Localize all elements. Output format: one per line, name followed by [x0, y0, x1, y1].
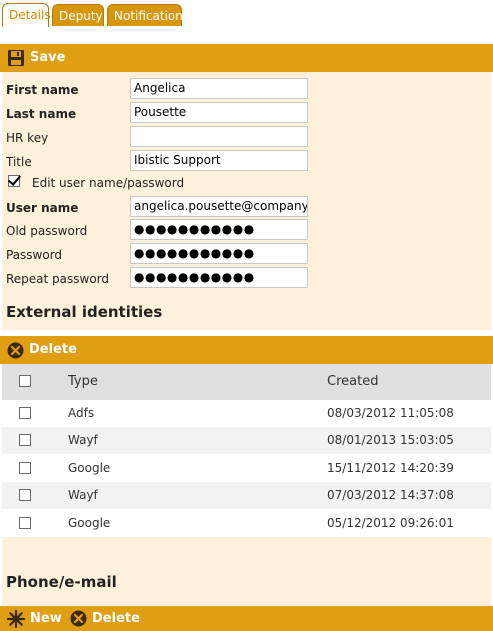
identity-created: 08/01/2013 15:03:05 — [327, 433, 454, 447]
delete-contact-label: Delete — [92, 611, 140, 626]
hr-key-input[interactable] — [130, 126, 308, 147]
hr-key-label: HR key — [6, 131, 49, 145]
tab-bar: Details Deputy Notification — [0, 0, 493, 27]
type-column-header[interactable]: Type — [68, 368, 98, 395]
first-name-input[interactable]: Angelica — [130, 78, 308, 99]
identities-table-header: Type Created — [2, 364, 491, 400]
table-row[interactable]: Wayf 08/01/2013 15:03:05 — [2, 427, 491, 454]
floppy-disk-icon — [8, 50, 24, 66]
identities-toolbar: Delete — [0, 336, 493, 364]
delete-contact-button[interactable]: Delete — [70, 606, 140, 631]
identity-type: Wayf — [68, 433, 98, 447]
new-contact-button[interactable]: New — [7, 606, 62, 631]
select-all-checkbox[interactable] — [19, 375, 31, 387]
row-checkbox[interactable] — [19, 407, 31, 419]
identity-created: 08/03/2012 11:05:08 — [327, 406, 454, 420]
tab-details[interactable]: Details — [2, 3, 51, 27]
tab-deputy[interactable]: Deputy — [52, 4, 104, 26]
identity-type: Google — [68, 516, 111, 530]
password-label: Password — [6, 248, 63, 262]
first-name-label: First name — [6, 83, 79, 97]
row-checkbox[interactable] — [19, 462, 31, 474]
external-identities-heading: External identities — [6, 303, 163, 321]
identity-created: 15/11/2012 14:20:39 — [327, 461, 454, 475]
identity-type: Adfs — [68, 406, 95, 420]
starburst-new-icon — [7, 609, 25, 628]
password-input[interactable]: ●●●●●●●●●●● — [130, 243, 308, 264]
title-input[interactable]: Ibistic Support — [130, 150, 308, 171]
edit-credentials-checkbox[interactable] — [8, 175, 20, 187]
last-name-input[interactable]: Pousette — [130, 102, 308, 123]
delete-identity-button[interactable]: Delete — [7, 336, 77, 364]
delete-identity-label: Delete — [29, 342, 77, 357]
details-toolbar: Save — [0, 44, 493, 72]
title-label: Title — [6, 155, 32, 169]
created-column-header[interactable]: Created — [327, 368, 378, 395]
repeat-password-label: Repeat password — [6, 272, 110, 286]
table-row[interactable]: Adfs 08/03/2012 11:05:08 — [2, 400, 491, 427]
old-password-label: Old password — [6, 224, 88, 238]
save-button[interactable]: Save — [7, 44, 65, 72]
user-name-label: User name — [6, 201, 79, 215]
save-label: Save — [30, 50, 66, 65]
identity-type: Google — [68, 461, 111, 475]
new-contact-label: New — [30, 611, 62, 626]
row-checkbox[interactable] — [19, 434, 31, 446]
table-row[interactable]: Google 05/12/2012 09:26:01 — [2, 510, 491, 537]
user-name-input[interactable]: angelica.pousette@company.c — [130, 196, 308, 217]
identity-created: 07/03/2012 14:37:08 — [327, 488, 454, 502]
old-password-input[interactable]: ●●●●●●●●●●● — [130, 219, 308, 240]
row-checkbox[interactable] — [19, 489, 31, 501]
last-name-label: Last name — [6, 107, 77, 121]
delete-icon — [7, 342, 24, 358]
phone-email-panel — [2, 537, 491, 606]
repeat-password-input[interactable]: ●●●●●●●●●●● — [130, 267, 308, 288]
table-row[interactable]: Google 15/11/2012 14:20:39 — [2, 455, 491, 482]
edit-credentials-label: Edit user name/password — [32, 176, 185, 190]
table-row[interactable]: Wayf 07/03/2012 14:37:08 — [2, 482, 491, 509]
phone-email-toolbar: New Delete — [0, 606, 493, 631]
delete-icon — [70, 610, 87, 627]
tab-notification[interactable]: Notification — [107, 4, 183, 26]
row-checkbox[interactable] — [19, 517, 31, 529]
identity-created: 05/12/2012 09:26:01 — [327, 516, 454, 530]
identity-type: Wayf — [68, 488, 98, 502]
phone-email-heading: Phone/e-mail — [6, 573, 117, 591]
